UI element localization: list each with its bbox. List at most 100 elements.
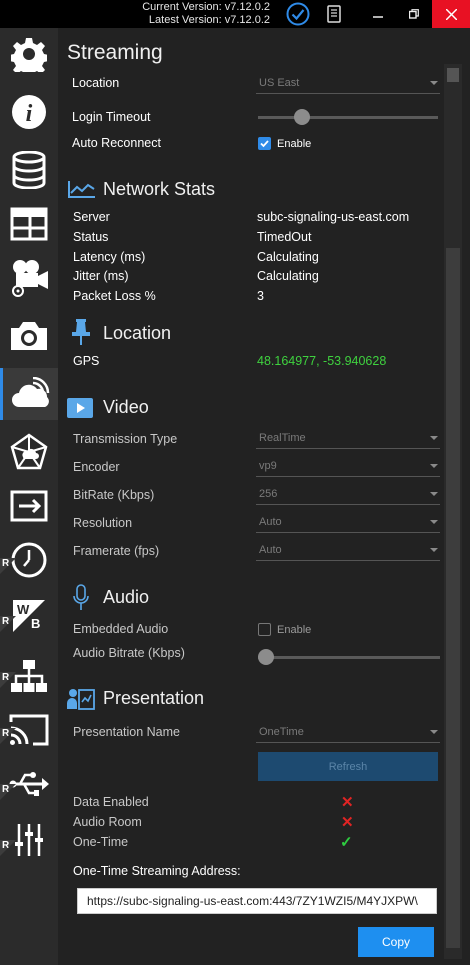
stat-label-packet-loss: Packet Loss %	[73, 289, 156, 303]
output-icon	[10, 490, 48, 522]
sidebar-item-streaming[interactable]	[0, 368, 58, 420]
streaming-address-field[interactable]: https://subc-signaling-us-east.com:443/7…	[77, 888, 437, 914]
stat-label-status: Status	[73, 230, 109, 244]
presentation-name-label: Presentation Name	[73, 725, 181, 739]
data-enabled-label: Data Enabled	[73, 795, 149, 809]
chevron-down-icon	[430, 436, 438, 440]
login-timeout-slider[interactable]	[258, 116, 438, 119]
sidebar-item-storage[interactable]	[0, 144, 58, 196]
encoder-label: Encoder	[73, 460, 120, 474]
location-label: Location	[72, 76, 120, 90]
x-icon: ✕	[341, 814, 354, 831]
transmission-type-value: RealTime	[259, 432, 306, 444]
auto-reconnect-checkbox[interactable]	[258, 137, 271, 150]
svg-text:i: i	[26, 101, 33, 127]
encoder-select[interactable]: vp9	[256, 457, 440, 477]
sidebar-item-output[interactable]	[0, 480, 58, 532]
audio-bitrate-label: Audio Bitrate (Kbps)	[73, 646, 185, 660]
book-icon	[327, 5, 341, 23]
camera-icon	[11, 322, 47, 350]
latest-version: Latest Version: v7.12.0.2	[148, 14, 270, 26]
stat-label-server: Server	[73, 210, 110, 224]
bitrate-select[interactable]: 256	[256, 485, 440, 505]
play-video-icon	[67, 398, 93, 418]
resolution-label: Resolution	[73, 516, 133, 530]
embedded-audio-checkbox[interactable]	[258, 623, 271, 636]
embedded-audio-label: Embedded Audio	[73, 622, 169, 636]
login-timeout-slider-thumb[interactable]	[294, 109, 311, 125]
scrollbar-thumb[interactable]	[446, 248, 460, 948]
minimize-icon	[373, 16, 383, 18]
title-bar: Current Version: v7.12.0.2 Latest Versio…	[0, 0, 470, 28]
refresh-button[interactable]: Refresh	[258, 752, 438, 781]
presentation-title: Presentation	[103, 688, 205, 708]
clock-icon	[11, 542, 47, 578]
checkmark-icon	[260, 140, 269, 148]
audio-bitrate-slider[interactable]	[258, 656, 440, 659]
sidebar-item-layout[interactable]	[0, 198, 58, 250]
location-select-value: US East	[259, 77, 300, 89]
stat-value-latency: Calculating	[257, 250, 319, 264]
stat-value-status: TimedOut	[257, 230, 312, 244]
restore-button[interactable]	[396, 0, 432, 28]
scroll-up-button[interactable]	[447, 68, 459, 82]
chevron-down-icon	[430, 464, 438, 468]
bitrate-label: BitRate (Kbps)	[73, 488, 155, 502]
svg-text:W: W	[17, 602, 30, 617]
page-title: Streaming	[67, 41, 163, 64]
chevron-down-icon	[430, 548, 438, 552]
audio-bitrate-slider-thumb[interactable]	[258, 649, 274, 665]
sidebar-item-camera-settings[interactable]	[0, 252, 58, 304]
close-icon	[445, 8, 457, 20]
auto-reconnect-label: Auto Reconnect	[72, 136, 161, 150]
stat-label-jitter: Jitter (ms)	[73, 269, 129, 283]
stat-value-server: subc-signaling-us-east.com	[257, 210, 410, 224]
sidebar-item-network[interactable]	[0, 426, 58, 478]
database-icon	[12, 151, 46, 189]
chevron-down-icon	[430, 492, 438, 496]
whiteboard-icon: WB	[13, 600, 45, 632]
sidebar-item-settings[interactable]	[0, 28, 58, 80]
embedded-audio-enable-text: Enable	[277, 624, 312, 636]
minimize-button[interactable]	[360, 0, 396, 28]
pin-icon	[72, 319, 90, 345]
check-icon: ✓	[340, 834, 353, 851]
bitrate-value: 256	[259, 488, 278, 500]
stat-value-jitter: Calculating	[257, 269, 319, 283]
gps-value: 48.164977, -53.940628	[257, 354, 387, 368]
sidebar: i R WB R R R R R	[0, 28, 58, 965]
resolution-select[interactable]: Auto	[256, 513, 440, 533]
check-circle-icon	[286, 2, 310, 26]
encoder-value: vp9	[259, 460, 277, 472]
line-chart-icon	[68, 181, 95, 198]
framerate-label: Framerate (fps)	[73, 544, 160, 558]
update-check-button[interactable]	[284, 0, 312, 28]
cloud-stream-icon	[11, 377, 49, 407]
presentation-name-value: OneTime	[259, 726, 304, 738]
gps-label: GPS	[73, 354, 100, 368]
presentation-name-select[interactable]: OneTime	[256, 723, 440, 743]
framerate-select[interactable]: Auto	[256, 541, 440, 561]
network-stats-title: Network Stats	[103, 179, 216, 199]
layout-icon	[10, 207, 48, 241]
copy-button[interactable]: Copy	[358, 927, 434, 957]
cast-icon	[9, 714, 49, 746]
audio-room-label: Audio Room	[73, 815, 142, 829]
location-select[interactable]: US East	[256, 74, 440, 94]
audio-title: Audio	[103, 587, 150, 607]
gear-icon	[11, 38, 47, 72]
microphone-icon	[73, 584, 89, 610]
address-label: One-Time Streaming Address:	[73, 864, 241, 878]
one-time-label: One-Time	[73, 835, 129, 849]
presentation-icon	[67, 689, 95, 710]
close-button[interactable]	[432, 0, 470, 28]
manual-button[interactable]	[320, 0, 348, 28]
stat-value-packet-loss: 3	[257, 289, 264, 303]
chevron-down-icon	[430, 730, 438, 734]
current-version: Current Version: v7.12.0.2	[142, 1, 270, 13]
sidebar-item-camera[interactable]	[0, 310, 58, 362]
transmission-type-select[interactable]: RealTime	[256, 429, 440, 449]
sidebar-item-info[interactable]: i	[0, 86, 58, 138]
sliders-icon	[15, 824, 43, 856]
auto-reconnect-enable-text: Enable	[277, 138, 312, 150]
